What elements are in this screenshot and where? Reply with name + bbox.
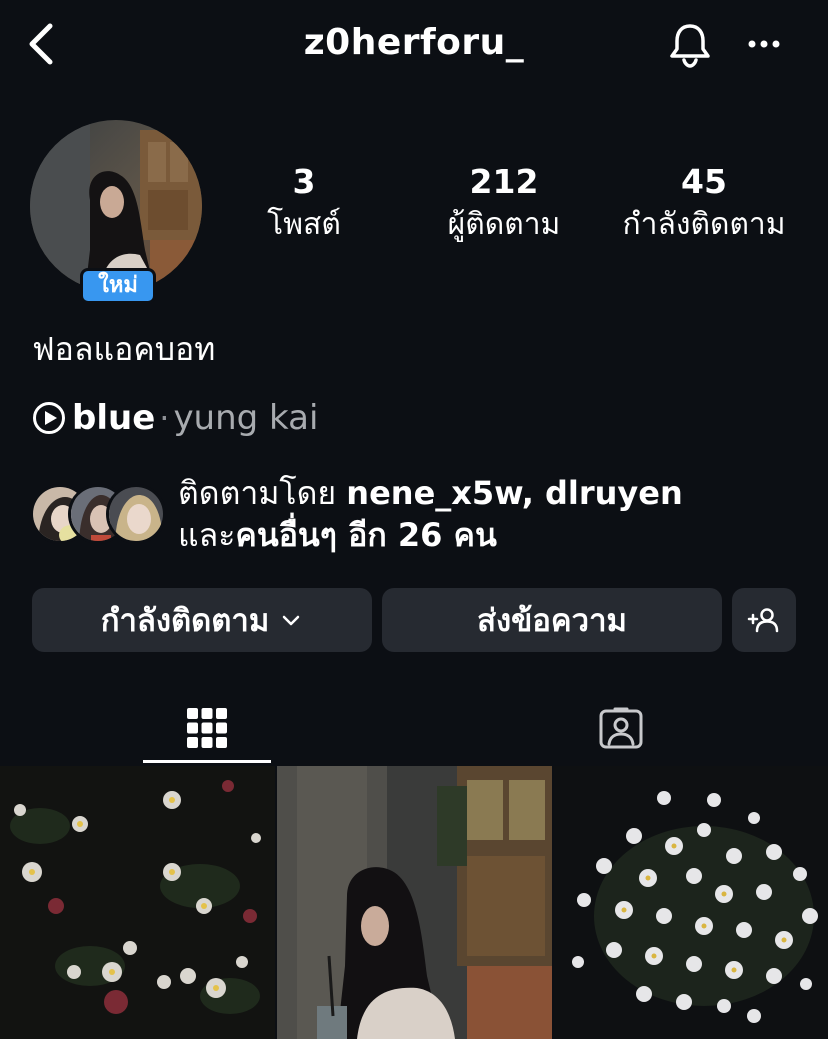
tab-tagged[interactable] (414, 690, 828, 766)
mutual-avatar (106, 484, 166, 544)
grid-icon (187, 708, 227, 748)
followers-count: 212 (469, 162, 539, 201)
followed-by-others: คนอื่นๆ อีก 26 คน (235, 516, 497, 554)
following-button[interactable]: กำลังติดตาม (32, 588, 372, 652)
post-thumbnail[interactable] (0, 766, 275, 1039)
profile-page: z0herforu_ ใหม่ 3 โพสต์ 212 ผู้ติดตาม 45… (0, 0, 828, 1039)
music-separator: · (159, 399, 170, 437)
stat-posts[interactable]: 3 โพสต์ (236, 160, 372, 246)
active-tab-indicator (143, 760, 271, 763)
stat-following[interactable]: 45 กำลังติดตาม (604, 160, 804, 246)
more-horizontal-icon[interactable] (740, 24, 788, 64)
tagged-person-icon (599, 707, 643, 749)
new-badge: ใหม่ (80, 268, 156, 304)
followed-by-and: และ (178, 516, 236, 554)
bio-name: ฟอลแอคบอท (32, 330, 216, 368)
post-thumbnail[interactable] (277, 766, 552, 1039)
tab-posts-grid[interactable] (0, 690, 414, 766)
chevron-down-icon (283, 615, 300, 626)
message-button[interactable]: ส่งข้อความ (382, 588, 722, 652)
posts-count: 3 (292, 162, 316, 201)
following-button-label: กำลังติดตาม (100, 603, 270, 639)
following-count: 45 (681, 162, 727, 201)
following-label: กำลังติดตาม (622, 207, 786, 242)
posts-label: โพสต์ (267, 207, 341, 242)
followed-by-names: nene_x5w, dlruyen (346, 474, 683, 512)
add-user-icon (747, 608, 779, 633)
profile-music[interactable]: blue · yung kai (32, 396, 318, 440)
post-thumbnail[interactable] (554, 766, 828, 1039)
avatar[interactable] (30, 120, 202, 292)
stat-followers[interactable]: 212 ผู้ติดตาม (420, 160, 588, 246)
mutual-followers-avatars[interactable] (30, 484, 166, 548)
followers-label: ผู้ติดตาม (447, 207, 561, 242)
followed-by-text[interactable]: ติดตามโดย nene_x5w, dlruyen และคนอื่นๆ อ… (178, 472, 818, 556)
add-user-button[interactable] (732, 588, 796, 652)
bell-icon[interactable] (664, 18, 716, 70)
music-artist: yung kai (173, 398, 319, 438)
followed-by-prefix: ติดตามโดย (178, 474, 337, 512)
top-bar: z0herforu_ (0, 0, 828, 92)
play-circle-icon (33, 402, 65, 434)
profile-avatar-container[interactable]: ใหม่ (30, 120, 204, 310)
message-button-label: ส่งข้อความ (477, 603, 627, 639)
music-song: blue (72, 398, 156, 438)
